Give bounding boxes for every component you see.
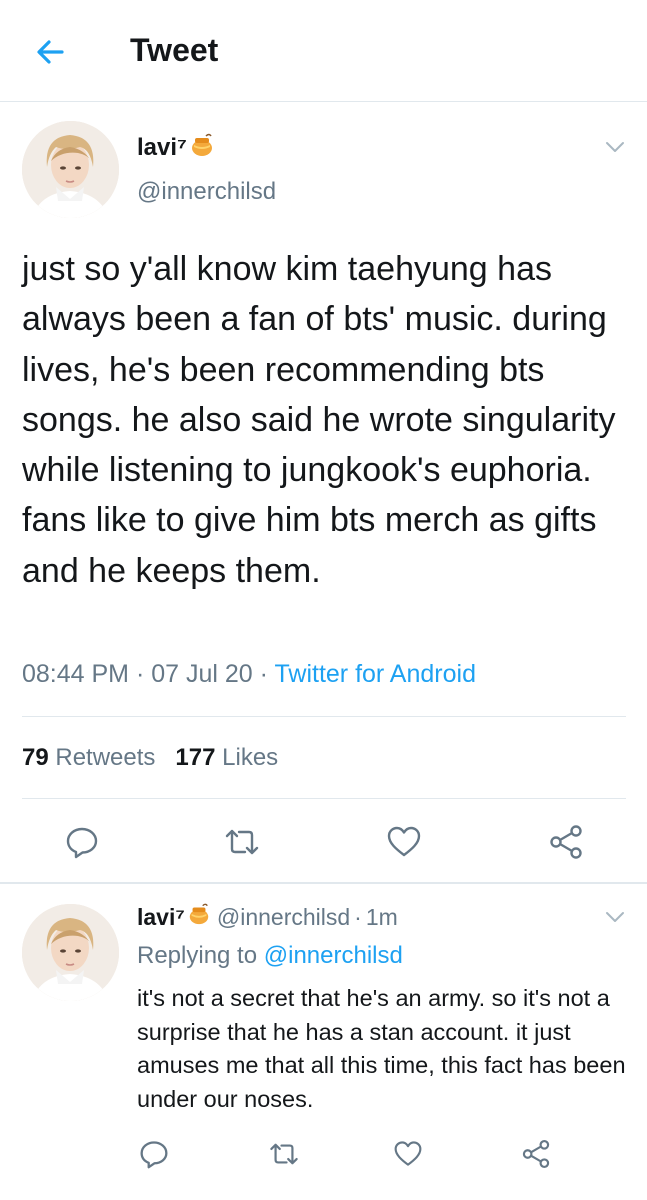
reply-author-row: lavi⁷ @innerchilsd · 1m [137,902,398,932]
honey-pot-icon [187,902,211,932]
avatar[interactable] [22,121,119,218]
likes-stat[interactable]: 177 Likes [175,744,278,771]
share-icon [550,825,582,859]
tweet-time: 08:44 PM [22,660,130,688]
page-title: Tweet [130,32,219,68]
divider [22,798,626,799]
author-name-row: lavi⁷ [137,132,215,163]
avatar[interactable] [22,904,119,1001]
tweet-text: just so y'all know kim taehyung has alwa… [22,250,616,590]
share-icon [522,1140,550,1168]
retweet-button[interactable] [264,1134,304,1174]
tweet-meta: 08:44 PM · 07 Jul 20 · Twitter for Andro… [22,660,476,689]
chevron-down-icon [606,142,624,152]
profile-photo [22,121,119,218]
honey-pot-icon [189,132,215,163]
divider [22,716,626,717]
tweet-stats: 79 Retweets 177 Likes [22,744,278,772]
reply-tweet[interactable]: lavi⁷ @innerchilsd · 1m Replying to @inn… [0,884,647,1200]
retweets-label: Retweets [55,744,156,771]
chevron-down-icon [606,912,624,922]
like-button[interactable] [382,820,426,864]
reply-button[interactable] [134,1134,174,1174]
author-handle[interactable]: @innerchilsd [217,904,350,931]
like-button[interactable] [388,1134,428,1174]
meta-separator: · [259,660,268,688]
tweet-time: 1m [365,903,398,930]
tweet-source-link[interactable]: Twitter for Android [275,660,476,688]
like-icon [387,826,421,857]
retweet-icon [270,1143,298,1165]
replying-to-link[interactable]: @innerchilsd [264,942,403,969]
replying-to: Replying to @innerchilsd [137,942,403,970]
meta-separator: · [135,660,145,688]
tweet-date: 07 Jul 20 [151,660,253,688]
replying-to-label: Replying to [137,942,258,969]
like-icon [394,1141,422,1166]
reply-icon [140,1141,168,1169]
tweet-menu-button[interactable] [604,140,626,159]
share-button[interactable] [544,820,588,864]
retweet-button[interactable] [220,820,264,864]
reply-button[interactable] [60,820,104,864]
back-button[interactable] [32,34,68,70]
reply-icon [66,827,98,859]
retweets-count: 79 [22,744,49,771]
arrow-left-icon [37,40,64,64]
retweets-stat[interactable]: 79 Retweets [22,744,155,771]
meta-separator: · [354,903,362,930]
tweet-text: it's not a secret that he's an army. so … [137,985,626,1112]
share-button[interactable] [516,1134,556,1174]
retweet-icon [225,829,259,855]
tweet-menu-button[interactable] [604,910,626,929]
display-name[interactable]: lavi⁷ [137,904,185,931]
likes-label: Likes [222,744,279,771]
author-handle[interactable]: @innerchilsd [137,178,276,206]
display-name[interactable]: lavi⁷ [137,134,187,162]
likes-count: 177 [175,744,216,771]
top-bar: Tweet [0,0,647,102]
profile-photo [22,904,119,1001]
